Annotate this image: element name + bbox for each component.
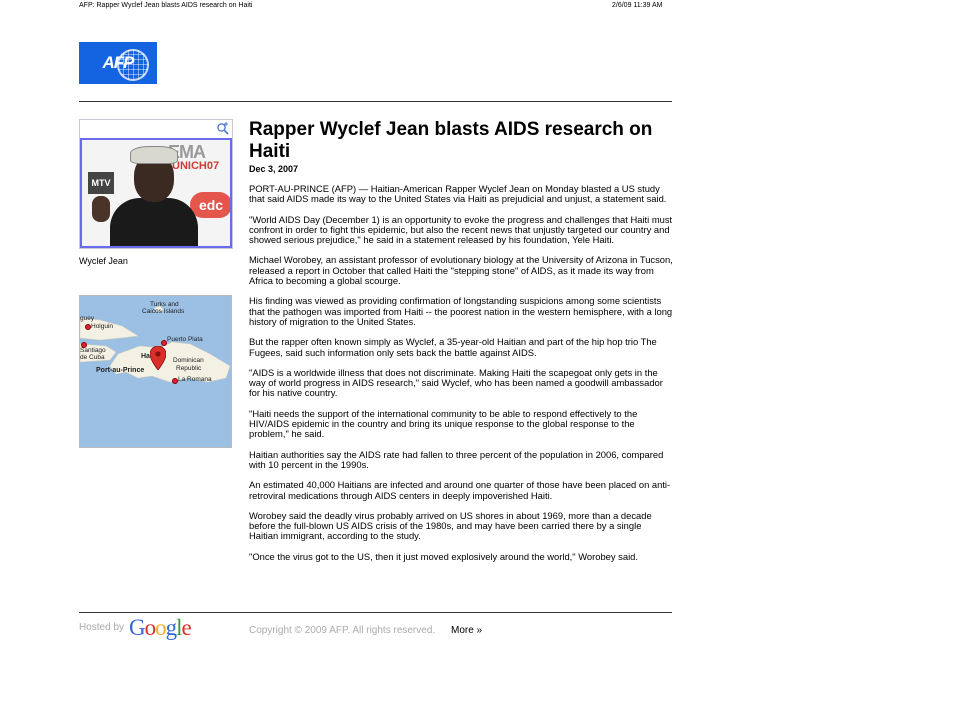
google-letter: e (181, 615, 192, 640)
article-paragraph: "World AIDS Day (December 1) is an oppor… (249, 213, 673, 246)
map-label-haiti: Ha (141, 353, 150, 360)
more-link[interactable]: More » (451, 625, 482, 636)
google-letter: o (144, 615, 156, 640)
person-body (110, 198, 198, 246)
google-letter: G (129, 615, 146, 640)
photo-container: EMA UNICH07 edc MTV (79, 119, 233, 249)
map-marker-icon[interactable] (150, 346, 166, 370)
map-label-de-cuba: de Cuba (80, 354, 105, 361)
mtv-logo: MTV (88, 172, 114, 194)
map-label-turks: Turks and (150, 301, 179, 308)
edc-logo: edc (190, 192, 230, 218)
footer-divider (79, 612, 672, 613)
map-label-la-romana: La Romana (178, 376, 212, 383)
google-logo[interactable]: Google (129, 615, 192, 641)
print-header-title: AFP: Rapper Wyclef Jean blasts AIDS rese… (79, 2, 253, 9)
map-label-caicos: Caicos Islands (142, 308, 185, 315)
logo-text: AFP (102, 53, 135, 72)
print-header-datetime: 2/6/09 11:39 AM (612, 2, 663, 9)
article-paragraph: Worobey said the deadly virus probably a… (249, 509, 652, 542)
google-letter: o (155, 615, 166, 640)
map-label-guey: guey (80, 315, 95, 322)
article-paragraph: An estimated 40,000 Haitians are infecte… (249, 479, 671, 501)
article-body: PORT-AU-PRINCE (AFP) — Haitian-American … (249, 183, 673, 572)
google-letter: g (165, 615, 177, 640)
article-photo[interactable]: EMA UNICH07 edc MTV (80, 138, 232, 248)
article-paragraph: Haitian authorities say the AIDS rate ha… (249, 448, 664, 470)
copyright-notice: Copyright © 2009 AFP. All rights reserve… (249, 625, 436, 636)
article-paragraph: Michael Worobey, an assistant professor … (249, 254, 673, 287)
location-map[interactable]: Turks and Caicos Islands guey Holguin Pu… (79, 295, 232, 448)
article-headline: Rapper Wyclef Jean blasts AIDS research … (249, 119, 653, 162)
hispaniola-land (109, 341, 231, 383)
backdrop-text-munich: UNICH07 (172, 160, 220, 172)
afp-logo[interactable]: AFP (79, 42, 157, 84)
map-label-republic: Republic (176, 365, 202, 372)
hosted-by-label: Hosted by (79, 622, 125, 633)
person-hat (130, 146, 178, 164)
map-label-puerto-plata: Puerto Plata (167, 336, 203, 343)
article-paragraph: But the rapper often known simply as Wyc… (249, 336, 657, 358)
article-paragraph: PORT-AU-PRINCE (AFP) — Haitian-American … (249, 183, 667, 205)
map-label-port-au-prince: Port-au-Prince (96, 367, 145, 374)
map-label-santiago: Santiago (80, 347, 106, 354)
photo-caption: Wyclef Jean (79, 256, 128, 266)
article-paragraph: "Haiti needs the support of the internat… (249, 407, 638, 440)
zoom-icon[interactable] (216, 121, 230, 135)
header-divider (79, 101, 672, 102)
article-paragraph: His finding was viewed as providing conf… (249, 295, 673, 327)
article-date: Dec 3, 2007 (249, 164, 299, 174)
article-paragraph: "AIDS is a worldwide illness that does n… (249, 366, 663, 399)
map-label-dominican: Dominican (173, 357, 204, 364)
article-paragraph: "Once the virus got to the US, then it j… (249, 550, 638, 562)
person-thumbs-up (92, 196, 110, 222)
map-label-holguin: Holguin (91, 323, 114, 330)
